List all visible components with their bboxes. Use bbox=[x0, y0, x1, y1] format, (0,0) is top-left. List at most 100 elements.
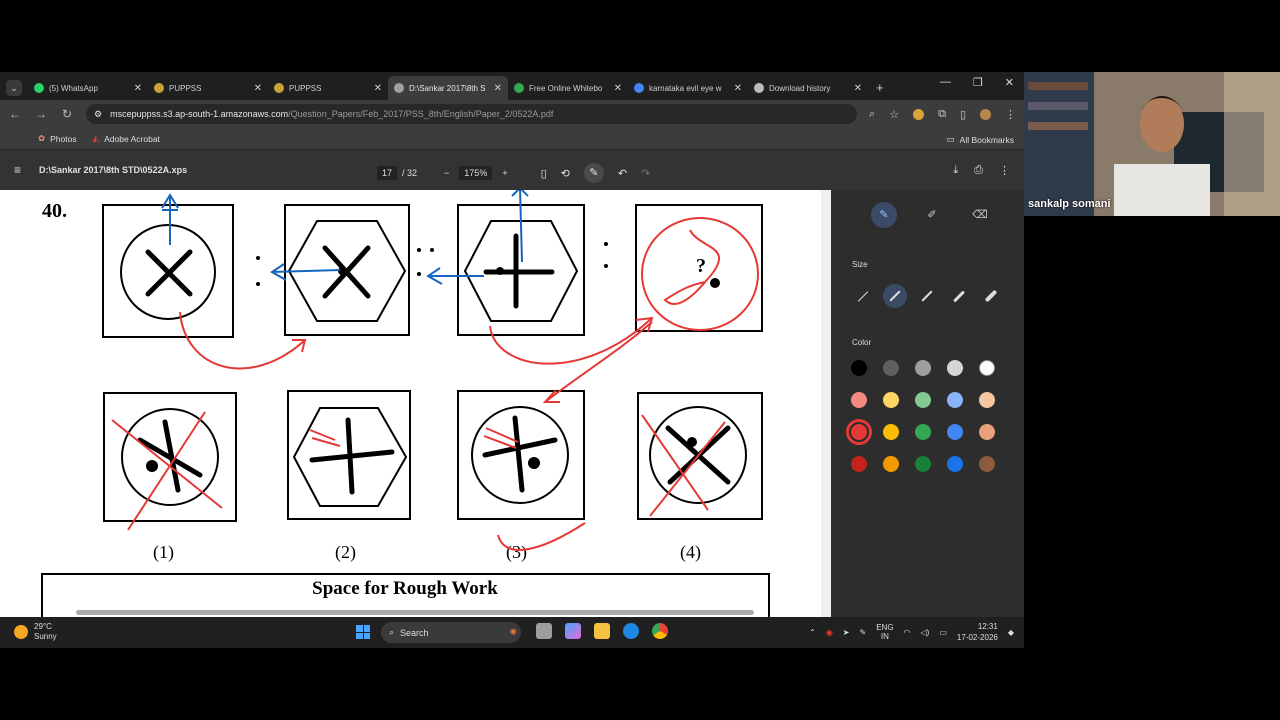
highlighter-icon[interactable]: ✐ bbox=[919, 202, 945, 228]
color-swatch[interactable] bbox=[915, 360, 931, 376]
size-option-2[interactable] bbox=[883, 284, 907, 308]
task-view-icon[interactable] bbox=[536, 623, 552, 639]
size-option-5[interactable] bbox=[979, 284, 1003, 308]
forward-icon[interactable]: → bbox=[34, 107, 48, 121]
color-swatch[interactable] bbox=[947, 392, 963, 408]
weather-widget[interactable]: 29°C Sunny bbox=[14, 622, 57, 642]
tab-close-icon[interactable]: ✕ bbox=[134, 83, 142, 94]
size-option-4[interactable] bbox=[947, 284, 971, 308]
color-swatch[interactable] bbox=[979, 392, 995, 408]
browser-tab[interactable]: Download history ✕ bbox=[748, 76, 868, 100]
tab-search-button[interactable]: ⌄ bbox=[6, 80, 22, 96]
size-option-3[interactable] bbox=[915, 284, 939, 308]
color-swatch[interactable] bbox=[979, 360, 995, 376]
pen-tray-icon[interactable]: ✎ bbox=[860, 628, 867, 637]
zoom-in-icon[interactable]: + bbox=[502, 168, 507, 178]
color-swatch[interactable] bbox=[979, 424, 995, 440]
zoom-out-icon[interactable]: − bbox=[444, 168, 449, 178]
color-swatch[interactable] bbox=[947, 424, 963, 440]
tab-close-icon[interactable]: ✕ bbox=[374, 83, 382, 94]
clock[interactable]: 12:31 17-02-2026 bbox=[957, 621, 998, 643]
chevron-up-icon[interactable]: ⌃ bbox=[809, 628, 816, 637]
fit-page-icon[interactable]: ▯ bbox=[541, 167, 547, 180]
wifi-icon[interactable]: ◠ bbox=[904, 628, 911, 637]
color-swatch[interactable] bbox=[883, 456, 899, 472]
color-swatch[interactable] bbox=[851, 360, 867, 376]
minimize-icon[interactable]: — bbox=[940, 76, 951, 89]
browser-tab[interactable]: D:\Sankar 2017\8th S ✕ bbox=[388, 76, 508, 100]
undo-icon[interactable]: ↶ bbox=[618, 167, 627, 180]
color-swatch[interactable] bbox=[947, 360, 963, 376]
color-swatch[interactable] bbox=[947, 456, 963, 472]
tab-close-icon[interactable]: ✕ bbox=[254, 83, 262, 94]
back-icon[interactable]: ← bbox=[8, 107, 22, 121]
color-swatch[interactable] bbox=[915, 392, 931, 408]
send-icon[interactable]: ➤ bbox=[843, 628, 850, 637]
print-icon[interactable]: ⎙ bbox=[974, 164, 983, 177]
copilot-icon[interactable] bbox=[565, 623, 581, 639]
volume-icon[interactable]: ◁) bbox=[921, 628, 930, 637]
browser-tab[interactable]: PUPPSS ✕ bbox=[268, 76, 388, 100]
tab-close-icon[interactable]: ✕ bbox=[614, 83, 622, 94]
site-info-icon[interactable]: ⚙ bbox=[94, 109, 102, 120]
browser-tab[interactable]: Free Online Whitebo ✕ bbox=[508, 76, 628, 100]
bookmark-photos[interactable]: ✿ Photos bbox=[38, 133, 77, 144]
color-swatch[interactable] bbox=[883, 360, 899, 376]
windows-start-icon[interactable] bbox=[356, 625, 370, 639]
color-swatch[interactable] bbox=[883, 392, 899, 408]
download-icon[interactable]: ⤓ bbox=[953, 164, 958, 177]
pen-icon[interactable]: ✎ bbox=[871, 202, 897, 228]
menu-icon[interactable]: ⋮ bbox=[1005, 108, 1016, 121]
close-window-icon[interactable]: ✕ bbox=[1005, 76, 1014, 89]
battery-icon[interactable]: ▭ bbox=[939, 628, 947, 637]
browser-tab[interactable]: karnataka evil eye w ✕ bbox=[628, 76, 748, 100]
color-swatch[interactable] bbox=[883, 424, 899, 440]
profile-avatar[interactable] bbox=[980, 108, 991, 120]
address-bar[interactable]: ⚙ mscepuppss.s3.ap-south-1.amazonaws.com… bbox=[86, 104, 858, 124]
redo-icon[interactable]: ↷ bbox=[641, 167, 650, 180]
color-swatch[interactable] bbox=[915, 424, 931, 440]
tab-close-icon[interactable]: ✕ bbox=[854, 83, 862, 94]
annotate-icon[interactable]: ✎ bbox=[583, 163, 604, 183]
edge-icon[interactable] bbox=[623, 623, 639, 639]
browser-tab[interactable]: PUPPSS ✕ bbox=[148, 76, 268, 100]
zoom-icon[interactable]: ⌕ bbox=[869, 108, 875, 121]
color-swatch[interactable] bbox=[846, 419, 872, 445]
language-indicator[interactable]: ENG IN bbox=[876, 623, 893, 641]
size-option-1[interactable] bbox=[851, 284, 875, 308]
rotate-icon[interactable]: ⟲ bbox=[561, 167, 570, 180]
bookmark-star-icon[interactable]: ☆ bbox=[889, 108, 899, 121]
new-tab-button[interactable]: + bbox=[868, 80, 892, 100]
browser-window: ⌄ (5) WhatsApp ✕ PUPPSS ✕ PUPPSS ✕ D:\Sankar 2… bbox=[0, 72, 1024, 648]
page-input[interactable]: 17 bbox=[377, 166, 398, 180]
lang-region: IN bbox=[880, 632, 889, 641]
chrome-icon[interactable] bbox=[652, 623, 668, 639]
color-swatch[interactable] bbox=[915, 456, 931, 472]
eraser-icon[interactable]: ⌫ bbox=[967, 202, 993, 228]
pdf-menu-icon[interactable]: ≡ bbox=[14, 163, 21, 177]
tab-close-icon[interactable]: ✕ bbox=[494, 83, 502, 94]
browser-tab[interactable]: (5) WhatsApp ✕ bbox=[28, 76, 148, 100]
tray-app-icon[interactable]: ◉ bbox=[826, 628, 833, 637]
color-swatch[interactable] bbox=[851, 456, 867, 472]
taskbar-search[interactable]: ⌕ Search ✺ bbox=[381, 622, 521, 643]
horizontal-scrollbar[interactable] bbox=[76, 610, 754, 615]
extensions-puzzle-icon[interactable]: ⧉ bbox=[938, 108, 946, 121]
bookmark-acrobat[interactable]: ◭ Adobe Acrobat bbox=[93, 133, 160, 144]
color-swatch[interactable] bbox=[979, 456, 995, 472]
vertical-scrollbar[interactable] bbox=[821, 190, 831, 617]
weather-condition: Sunny bbox=[34, 632, 57, 641]
restore-icon[interactable]: ❐ bbox=[973, 76, 983, 89]
sidebar-icon[interactable]: ▯ bbox=[960, 108, 966, 121]
notification-icon[interactable]: ◆ bbox=[1008, 628, 1014, 637]
option-label-2: (2) bbox=[335, 542, 356, 563]
tab-close-icon[interactable]: ✕ bbox=[734, 83, 742, 94]
color-swatch[interactable] bbox=[851, 392, 867, 408]
zoom-level[interactable]: 175% bbox=[459, 166, 493, 180]
extension-icon[interactable] bbox=[913, 108, 925, 120]
reload-icon[interactable]: ↻ bbox=[60, 107, 74, 121]
all-bookmarks[interactable]: ▭ All Bookmarks bbox=[947, 134, 1014, 145]
tab-favicon-icon bbox=[754, 83, 764, 93]
more-options-icon[interactable]: ⋮ bbox=[999, 164, 1010, 177]
file-explorer-icon[interactable] bbox=[594, 623, 610, 639]
